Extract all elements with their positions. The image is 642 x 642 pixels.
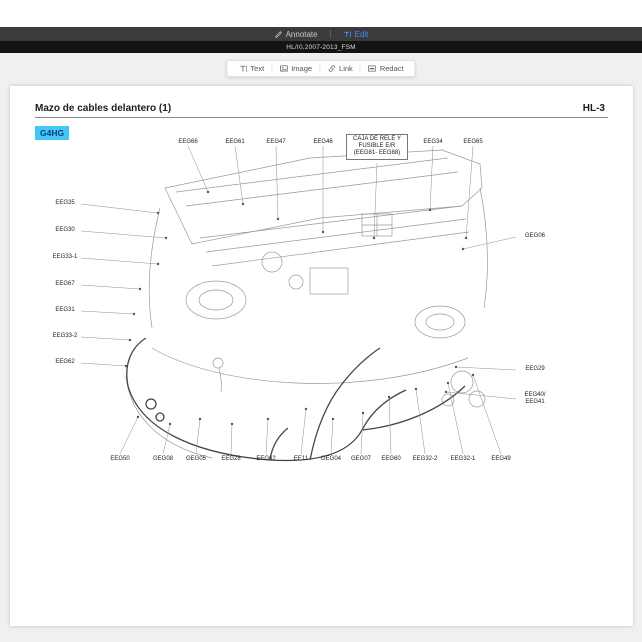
tab-annotate-label: Annotate (286, 30, 318, 39)
part-label: CAJA DE RELÉ Y FUSIBLE E/R (EEG81- EEG88… (346, 134, 408, 160)
part-label: EE11 (286, 456, 316, 463)
link-icon (327, 64, 336, 73)
text-tool-label: Text (250, 64, 264, 73)
part-label: EEG40/ EEG41 (518, 392, 552, 406)
part-label: EEG67 (50, 281, 80, 288)
part-label: EEG33-2 (50, 333, 80, 340)
image-tool-label: Image (291, 64, 312, 73)
text-icon (238, 64, 247, 73)
image-icon (279, 64, 288, 73)
part-label: GEG08 (148, 456, 178, 463)
part-label: EEG46 (308, 139, 338, 146)
edit-toolbar: Text Image Link Redact (226, 60, 415, 77)
document-title: HL/I0,2007-2013_FSM (286, 44, 356, 51)
redact-tool-button[interactable]: Redact (361, 61, 411, 76)
part-label: EEG29 (518, 366, 552, 373)
part-label: EEG66 (173, 139, 203, 146)
link-tool-label: Link (339, 64, 353, 73)
part-label: EEG31 (50, 307, 80, 314)
part-label: GEG04 (316, 456, 346, 463)
part-label: GEG07 (346, 456, 376, 463)
part-label: EEG62 (251, 456, 281, 463)
wiring-diagram (10, 86, 633, 626)
part-label: EEG60 (376, 456, 406, 463)
part-label: EEG61 (220, 139, 250, 146)
part-label: EEG49 (486, 456, 516, 463)
document-page[interactable]: Mazo de cables delantero (1) HL-3 G4HG (10, 86, 633, 626)
text-tool-button[interactable]: Text (231, 61, 271, 76)
tab-divider (330, 30, 331, 38)
document-title-bar: HL/I0,2007-2013_FSM (0, 41, 642, 53)
car-diagram-sketch (126, 150, 487, 460)
part-label: EEG28 (216, 456, 246, 463)
part-label: EEG35 (50, 200, 80, 207)
part-label: EEG32-1 (446, 456, 480, 463)
part-label: GEG05 (181, 456, 211, 463)
link-tool-button[interactable]: Link (320, 61, 360, 76)
mode-tab-bar: Annotate Edit (0, 27, 642, 41)
part-label: EEG50 (105, 456, 135, 463)
redact-tool-label: Redact (380, 64, 404, 73)
text-cursor-icon (343, 30, 352, 39)
image-tool-button[interactable]: Image (272, 61, 319, 76)
tab-annotate[interactable]: Annotate (274, 27, 318, 41)
part-label: GEG06 (518, 233, 552, 240)
tab-edit[interactable]: Edit (343, 27, 369, 41)
part-label: EEG33-1 (50, 254, 80, 261)
workspace: Text Image Link Redact Mazo de cables de… (0, 53, 642, 642)
part-label: EEG34 (418, 139, 448, 146)
part-label: EEG47 (261, 139, 291, 146)
tab-edit-label: Edit (355, 30, 369, 39)
part-label: EEG32-2 (408, 456, 442, 463)
part-label: EEG62 (50, 359, 80, 366)
pencil-icon (274, 30, 283, 39)
part-label: EEG65 (458, 139, 488, 146)
part-label: EEG30 (50, 227, 80, 234)
redact-icon (368, 64, 377, 73)
